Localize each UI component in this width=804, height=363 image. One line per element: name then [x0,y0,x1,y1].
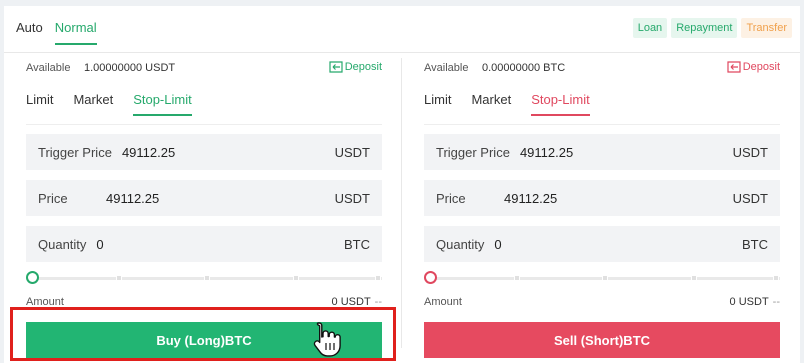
sell-short-button[interactable]: Sell (Short)BTC [424,322,780,358]
slider-tick-75[interactable] [691,275,697,281]
amount-label: Amount [424,296,462,308]
quantity-field[interactable]: Quantity 0 BTC [26,226,382,262]
available-value: 0.00000000 BTC [482,62,566,74]
trigger-price-unit: USDT [334,144,370,160]
quantity-label: Quantity [38,236,87,252]
quantity-label: Quantity [436,236,485,252]
slider-handle[interactable] [424,271,437,284]
margin-mode-tabs: Auto Normal [16,20,97,45]
available-label: Available [424,62,469,74]
trigger-price-input[interactable]: 49112.25 [520,145,573,160]
amount-suffix: -- [772,296,780,308]
deposit-icon [329,61,343,73]
slider-tick-100[interactable] [773,275,779,281]
sell-deposit-link[interactable]: Deposit [727,61,780,73]
trigger-price-label: Trigger Price [38,144,112,160]
deposit-label: Deposit [344,61,382,73]
trigger-price-unit: USDT [732,144,768,160]
quantity-input[interactable]: 0 [96,237,103,252]
top-actions: Loan Repayment Transfer [632,18,792,38]
quantity-input[interactable]: 0 [494,237,501,252]
transfer-button[interactable]: Transfer [741,18,792,38]
slider-tick-25[interactable] [514,275,520,281]
deposit-icon [727,61,741,73]
trigger-price-input[interactable]: 49112.25 [122,145,175,160]
trigger-price-label: Trigger Price [436,144,510,160]
sell-amount-row: Amount 0 USDT -- [424,296,780,308]
header-divider [4,52,800,53]
tab-market[interactable]: Market [73,92,113,116]
price-field[interactable]: Price 49112.25 USDT [26,180,382,216]
quantity-unit: BTC [742,236,768,252]
deposit-label: Deposit [742,61,780,73]
order-tabs-underline [26,124,382,125]
quantity-unit: BTC [344,236,370,252]
repayment-button[interactable]: Repayment [671,18,738,38]
slider-tick-75[interactable] [293,275,299,281]
tab-market[interactable]: Market [471,92,511,116]
column-divider [401,58,402,348]
buy-percentage-slider[interactable] [26,271,382,285]
price-field[interactable]: Price 49112.25 USDT [424,180,780,216]
trigger-price-field[interactable]: Trigger Price 49112.25 USDT [424,134,780,170]
trigger-price-field[interactable]: Trigger Price 49112.25 USDT [26,134,382,170]
tab-limit[interactable]: Limit [26,92,53,116]
buy-available-row: Available 1.00000000 USDT Deposit [26,61,382,74]
price-unit: USDT [334,190,370,206]
price-unit: USDT [732,190,768,206]
price-label: Price [436,190,466,206]
slider-tick-25[interactable] [116,275,122,281]
sell-percentage-slider[interactable] [424,271,780,285]
hand-pointer-icon [313,322,341,357]
available-value: 1.00000000 USDT [84,62,176,74]
slider-handle[interactable] [26,271,39,284]
available-label: Available [26,62,71,74]
tab-stop-limit[interactable]: Stop-Limit [133,92,192,116]
price-input[interactable]: 49112.25 [504,191,557,206]
tab-normal[interactable]: Normal [54,20,97,45]
slider-tick-50[interactable] [204,275,210,281]
order-tabs-underline [424,124,780,125]
tab-stop-limit[interactable]: Stop-Limit [531,92,590,116]
amount-value: 0 USDT [729,296,769,308]
loan-button[interactable]: Loan [632,18,668,38]
sell-available-row: Available 0.00000000 BTC Deposit [424,61,780,74]
sell-order-tabs: Limit Market Stop-Limit [424,92,590,116]
tab-auto[interactable]: Auto [16,20,43,45]
quantity-field[interactable]: Quantity 0 BTC [424,226,780,262]
buy-order-tabs: Limit Market Stop-Limit [26,92,192,116]
slider-tick-50[interactable] [602,275,608,281]
buy-deposit-link[interactable]: Deposit [329,61,382,73]
slider-tick-100[interactable] [375,275,381,281]
price-label: Price [38,190,68,206]
tab-limit[interactable]: Limit [424,92,451,116]
price-input[interactable]: 49112.25 [106,191,159,206]
